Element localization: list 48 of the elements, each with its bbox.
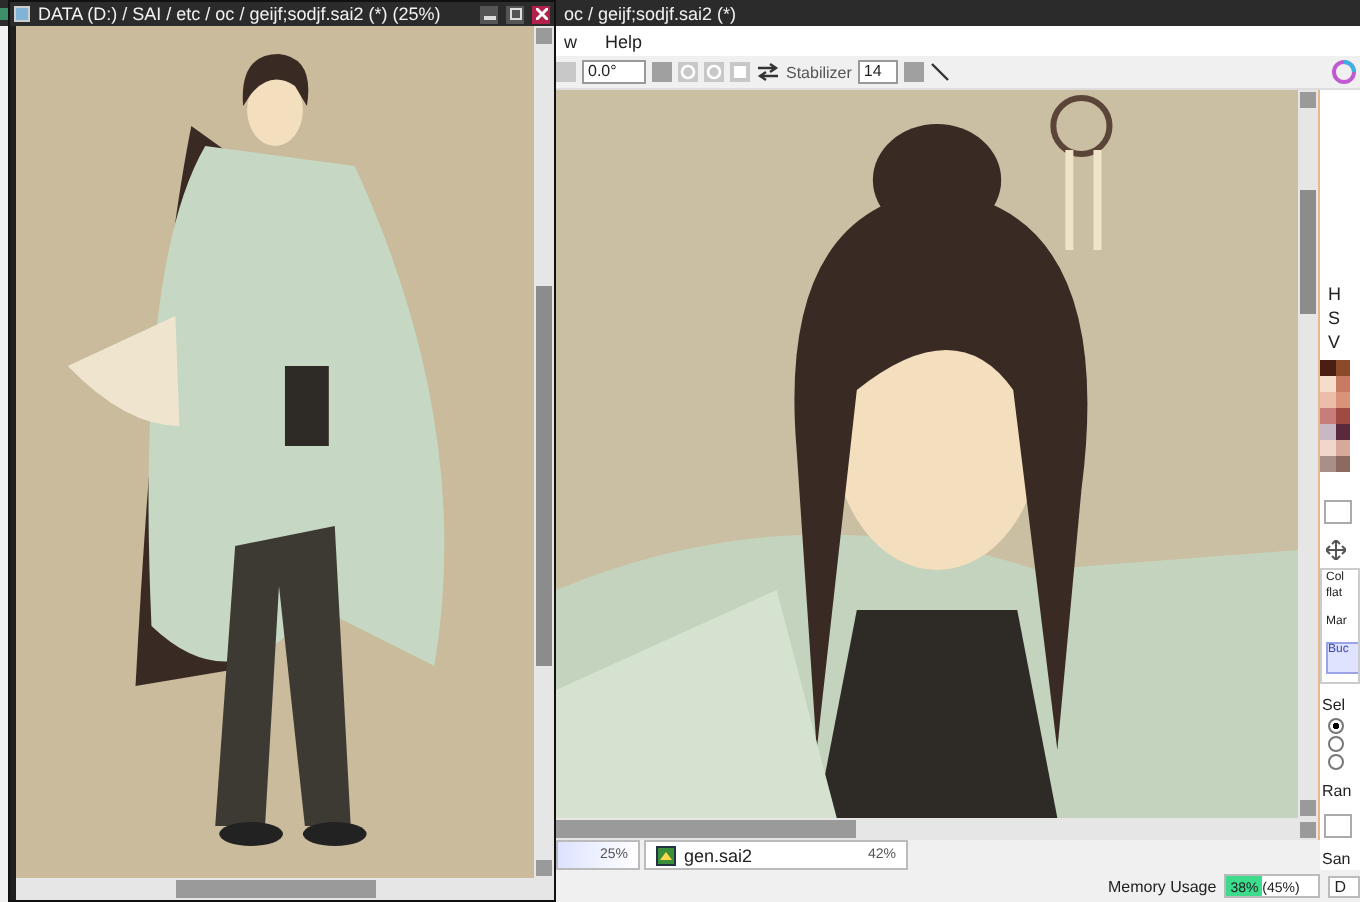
section-label: Ran (1320, 782, 1352, 802)
rotate-right-button[interactable] (704, 62, 724, 82)
window-icon (14, 6, 30, 22)
scrollbar-thumb[interactable] (1300, 190, 1316, 314)
scroll-down-button[interactable] (534, 858, 554, 878)
vertical-scrollbar[interactable] (1298, 90, 1318, 818)
window-title: DATA (D:) / SAI / etc / oc / geijf;sodjf.sai2 (*) (25%) (38, 4, 441, 24)
scrollbar-thumb[interactable] (536, 286, 552, 666)
line-icon[interactable] (929, 62, 950, 82)
stabilizer-field[interactable]: 14 (857, 60, 898, 84)
color-box[interactable] (1324, 500, 1352, 524)
radio-button[interactable] (1328, 754, 1344, 770)
scroll-right-button[interactable] (1298, 819, 1318, 839)
slider-label: H (1326, 284, 1341, 304)
range-field[interactable] (1324, 814, 1352, 838)
window-title: oc / geijf;sodjf.sai2 (*) (564, 3, 737, 23)
menu-item[interactable]: w (564, 31, 577, 51)
file-icon (656, 845, 676, 865)
app-icon (0, 7, 8, 19)
maximize-button[interactable] (506, 5, 524, 23)
close-icon (535, 8, 547, 20)
section-label: San (1320, 850, 1351, 870)
angle-field[interactable]: 0.0° (582, 60, 646, 84)
radio-button[interactable] (1328, 736, 1344, 752)
tab-title: gen.sai2 (684, 845, 755, 865)
reset-button[interactable] (730, 62, 750, 82)
color-wheel-icon[interactable] (1332, 60, 1356, 84)
radio-button[interactable] (1328, 718, 1344, 734)
flip-icon[interactable] (756, 62, 780, 82)
horizontal-scrollbar[interactable] (16, 878, 554, 900)
rotate-left-button[interactable] (678, 62, 698, 82)
memory-label: Memory Usage (1107, 877, 1217, 895)
slider-label: S (1326, 308, 1341, 328)
maximize-icon (509, 8, 521, 20)
slider-label: V (1326, 332, 1341, 352)
scrollbar-thumb[interactable] (176, 880, 376, 898)
section-label: Sel (1320, 696, 1346, 716)
scrollbar-thumb[interactable] (556, 820, 856, 838)
scroll-down-button[interactable] (1298, 798, 1318, 818)
scroll-up-button[interactable] (1298, 90, 1318, 110)
horizontal-scrollbar[interactable] (556, 818, 1318, 840)
close-button[interactable] (532, 5, 550, 23)
move-icon[interactable] (1326, 540, 1346, 560)
vertical-scrollbar[interactable] (534, 26, 554, 878)
minimize-button[interactable] (480, 5, 498, 23)
status-field: D (1328, 875, 1360, 897)
stabilizer-label: Stabilizer (786, 63, 852, 81)
menu-item[interactable]: Help (605, 31, 643, 51)
